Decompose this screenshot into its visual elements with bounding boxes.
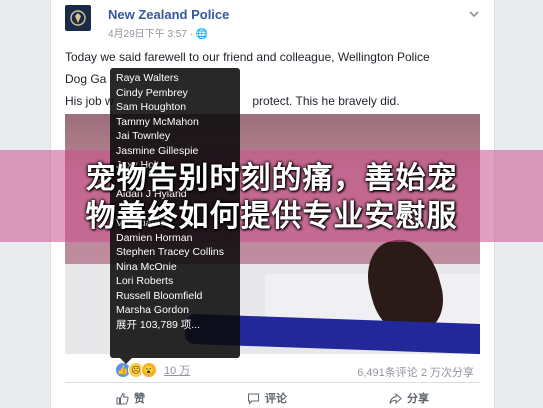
- comment-label: 评论: [265, 393, 287, 405]
- banner-headline: 宠物告别时刻的痛，善始宠 物善终如何提供专业安慰服: [0, 160, 543, 236]
- police-badge-icon: [70, 10, 86, 26]
- share-icon: [389, 392, 402, 404]
- page-avatar[interactable]: [65, 5, 91, 31]
- tooltip-arrow: [120, 358, 132, 364]
- tooltip-name: Lori Roberts: [116, 275, 174, 287]
- action-bar: 赞 评论 分享: [65, 390, 480, 406]
- wow-reaction-icon: 😮: [141, 362, 157, 378]
- thumbs-up-icon: [116, 392, 129, 404]
- share-button[interactable]: 分享: [389, 390, 429, 406]
- like-label: 赞: [134, 393, 145, 405]
- reaction-count[interactable]: 10 万: [164, 362, 190, 378]
- like-button[interactable]: 赞: [116, 390, 145, 406]
- tooltip-name: Stephen Tracey Collins: [116, 246, 224, 258]
- tooltip-name: Nina McOnie: [116, 260, 177, 273]
- tooltip-name: Jai Townley: [116, 130, 171, 142]
- comment-icon: [248, 393, 259, 405]
- divider: [65, 382, 480, 383]
- post-text-line-3-end: protect. This he bravely did.: [252, 94, 400, 108]
- chevron-down-icon[interactable]: [468, 8, 480, 20]
- tooltip-name: Marsha Gordon: [116, 304, 189, 316]
- tooltip-name: Russell Bloomfield: [116, 289, 203, 302]
- page-name-link[interactable]: New Zealand Police: [108, 7, 229, 22]
- reactions-summary[interactable]: 👍 ☹ 😮 10 万: [115, 362, 190, 378]
- post-text: Today we said farewell to our friend and…: [65, 48, 445, 108]
- tooltip-name: Tammy McMahon: [116, 115, 199, 128]
- comment-share-stats[interactable]: 6,491条评论 2 万次分享: [357, 364, 474, 380]
- tooltip-name: Cindy Pembrey: [116, 86, 188, 99]
- tooltip-name: Jasmine Gillespie: [116, 144, 199, 157]
- banner-line-1: 宠物告别时刻的痛，善始宠: [85, 161, 458, 196]
- banner-line-2: 物善终如何提供专业安慰服: [85, 199, 458, 234]
- post-text-line-3-start: His job w: [65, 94, 114, 108]
- tooltip-name: 展开 103,789 项...: [116, 318, 201, 331]
- post-timestamp[interactable]: 4月29日下午 3:57 · 🌐: [108, 25, 208, 40]
- post-text-line-1: Today we said farewell to our friend and…: [65, 50, 430, 64]
- tooltip-name: Sam Houghton: [116, 101, 187, 113]
- share-label: 分享: [407, 393, 429, 405]
- post-text-line-2: Dog Ga: [65, 72, 107, 86]
- comment-button[interactable]: 评论: [247, 390, 287, 406]
- tooltip-name: Raya Walters: [116, 72, 179, 84]
